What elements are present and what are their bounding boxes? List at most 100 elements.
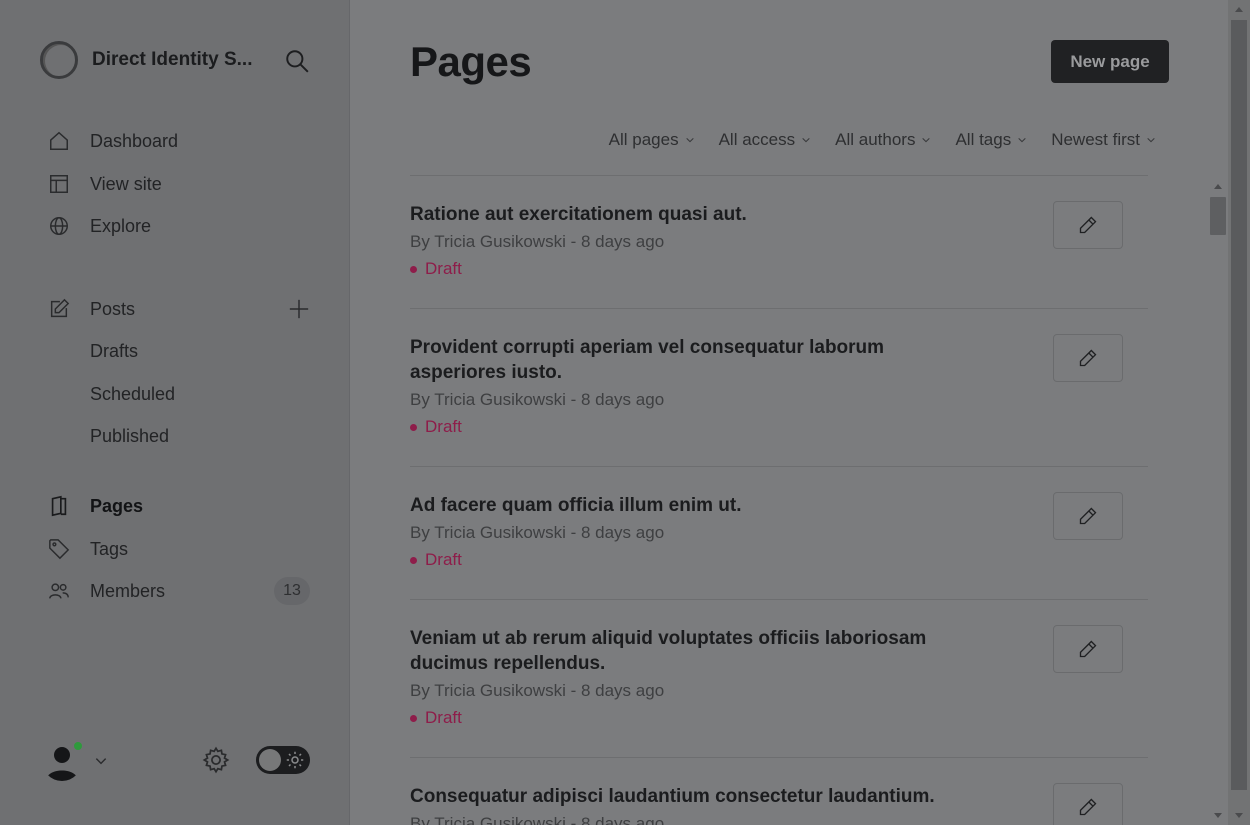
members-count-badge: 13 <box>274 577 310 605</box>
chevron-down-icon <box>922 137 931 143</box>
list-item[interactable]: Ratione aut exercitationem quasi aut. By… <box>410 175 1148 308</box>
list-item[interactable]: Ad facere quam officia illum enim ut. By… <box>410 466 1148 599</box>
page-meta: By Tricia Gusikowski - 8 days ago <box>410 814 665 825</box>
filter-access-label: All access <box>718 130 796 149</box>
nav-published[interactable]: Published <box>90 421 290 451</box>
page-title-link[interactable]: Ad facere quam officia illum enim ut. <box>410 493 970 518</box>
home-icon <box>50 131 68 150</box>
window-scrollbar[interactable] <box>1228 0 1250 825</box>
filter-pages-label: All pages <box>608 130 679 149</box>
sun-icon <box>286 751 304 769</box>
list-scrollbar-thumb[interactable] <box>1210 197 1226 235</box>
page-title-link[interactable]: Veniam ut ab rerum aliquid voluptates of… <box>410 626 970 676</box>
book-icon <box>51 495 67 517</box>
status-dot <box>410 265 417 273</box>
edit-button[interactable] <box>1053 492 1123 540</box>
pencil-icon <box>1079 349 1097 367</box>
page-meta: By Tricia Gusikowski - 8 days ago <box>410 523 665 542</box>
list-item[interactable]: Consequatur adipisci laudantium consecte… <box>410 757 1148 825</box>
page-title-link[interactable]: Consequatur adipisci laudantium consecte… <box>410 784 970 809</box>
nav-explore-label: Explore <box>90 215 152 236</box>
scroll-up-arrow-icon[interactable] <box>1234 4 1244 14</box>
new-page-button[interactable]: New page <box>1051 40 1169 83</box>
filter-tags-label: All tags <box>955 130 1012 149</box>
filter-tags[interactable]: All tags <box>955 126 1027 154</box>
status-dot <box>410 714 417 722</box>
nav-drafts[interactable]: Drafts <box>90 336 290 366</box>
nav-dashboard-label: Dashboard <box>90 130 179 151</box>
filter-access[interactable]: All access <box>719 126 812 154</box>
edit-icon <box>50 298 70 318</box>
tag-icon <box>49 539 70 560</box>
filter-pages[interactable]: All pages <box>609 126 695 154</box>
page-title-link[interactable]: Provident corrupti aperiam vel consequat… <box>410 335 970 385</box>
gear-icon[interactable] <box>202 746 230 774</box>
status-dot <box>410 423 417 431</box>
list-scrollbar[interactable] <box>1208 175 1228 825</box>
site-logo[interactable] <box>40 41 78 79</box>
filter-bar: All pages All access All authors All tag… <box>410 126 1156 154</box>
nav-scheduled[interactable]: Scheduled <box>90 379 290 409</box>
layout-icon <box>50 175 68 193</box>
edit-button[interactable] <box>1053 334 1123 382</box>
list-item[interactable]: Provident corrupti aperiam vel consequat… <box>410 308 1148 466</box>
pencil-icon <box>1079 640 1097 658</box>
page-meta: By Tricia Gusikowski - 8 days ago <box>410 232 665 251</box>
status-badge: Draft <box>410 708 462 728</box>
status-label: Draft <box>425 259 462 278</box>
chevron-down-icon <box>95 758 107 765</box>
user-menu[interactable] <box>42 740 114 782</box>
chevron-down-icon <box>802 137 810 143</box>
status-label: Draft <box>425 708 462 727</box>
pencil-icon <box>1079 507 1097 525</box>
nav-pages-label: Pages <box>90 495 144 516</box>
nav-tags-label: Tags <box>90 538 129 559</box>
page-title: Pages <box>410 38 532 85</box>
nav-view-site-label: View site <box>90 173 162 194</box>
status-dot <box>410 556 417 564</box>
nav-members[interactable]: Members 13 <box>48 576 310 606</box>
pencil-icon <box>1079 216 1097 234</box>
page-title-link[interactable]: Ratione aut exercitationem quasi aut. <box>410 202 970 227</box>
scroll-up-arrow-icon[interactable] <box>1213 181 1223 191</box>
nav-posts-label: Posts <box>90 298 136 319</box>
nav-posts[interactable]: Posts <box>48 294 310 324</box>
online-status-dot <box>72 740 84 752</box>
pencil-icon <box>1079 798 1097 816</box>
status-label: Draft <box>425 550 462 569</box>
globe-icon <box>50 217 68 235</box>
toggle-knob <box>259 749 281 771</box>
list-item[interactable]: Veniam ut ab rerum aliquid voluptates of… <box>410 599 1148 757</box>
edit-button[interactable] <box>1053 201 1123 249</box>
chevron-down-icon <box>685 137 694 143</box>
chevron-down-icon <box>1018 137 1026 143</box>
chevron-down-icon <box>1147 137 1155 143</box>
window-scrollbar-thumb[interactable] <box>1231 20 1247 790</box>
theme-toggle[interactable] <box>256 746 310 774</box>
filter-sort[interactable]: Newest first <box>1051 126 1156 154</box>
plus-icon[interactable] <box>288 298 310 320</box>
edit-button[interactable] <box>1053 625 1123 673</box>
edit-button[interactable] <box>1053 783 1123 825</box>
nav-explore[interactable]: Explore <box>48 211 310 241</box>
nav-published-label: Published <box>90 425 170 446</box>
scroll-down-arrow-icon[interactable] <box>1213 811 1223 821</box>
nav-view-site[interactable]: View site <box>48 169 310 199</box>
nav-tags[interactable]: Tags <box>48 534 310 564</box>
sidebar: Direct Identity S... Dashboard View site… <box>0 0 350 825</box>
search-icon[interactable] <box>284 48 310 74</box>
users-icon <box>49 583 69 599</box>
status-badge: Draft <box>410 259 462 279</box>
status-badge: Draft <box>410 417 462 437</box>
status-label: Draft <box>425 417 462 436</box>
scroll-down-arrow-icon[interactable] <box>1234 811 1244 821</box>
site-name[interactable]: Direct Identity S... <box>92 49 252 71</box>
status-badge: Draft <box>410 550 462 570</box>
brand: Direct Identity S... <box>40 40 310 80</box>
filter-authors[interactable]: All authors <box>835 126 931 154</box>
page-meta: By Tricia Gusikowski - 8 days ago <box>410 390 665 409</box>
filter-authors-label: All authors <box>835 130 916 149</box>
nav-dashboard[interactable]: Dashboard <box>48 126 310 156</box>
nav-pages[interactable]: Pages <box>48 491 310 521</box>
filter-sort-label: Newest first <box>1051 130 1140 149</box>
